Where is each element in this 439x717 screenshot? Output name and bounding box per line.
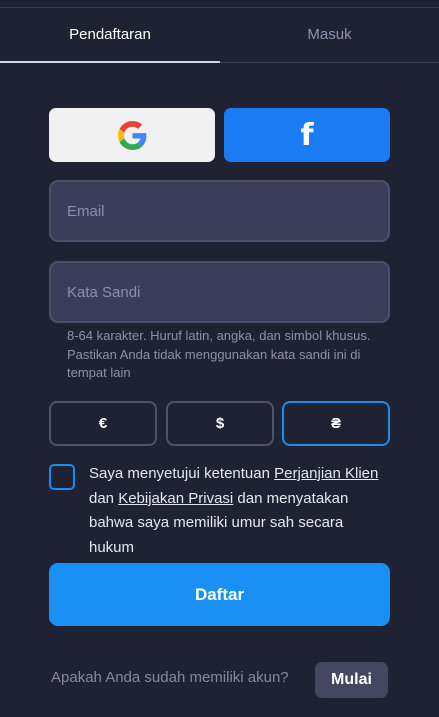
register-button[interactable]: Daftar <box>49 563 390 626</box>
have-account-text: Apakah Anda sudah memiliki akun? <box>51 669 289 686</box>
tab-login[interactable]: Masuk <box>220 8 439 62</box>
active-tab-indicator <box>0 61 220 63</box>
password-field[interactable] <box>49 261 390 323</box>
google-signin-button[interactable] <box>49 108 215 162</box>
currency-usd-button[interactable]: $ <box>166 401 274 446</box>
agreement-text-part: dan <box>89 489 119 507</box>
login-button[interactable]: Mulai <box>315 662 388 698</box>
tab-register[interactable]: Pendaftaran <box>0 8 220 62</box>
auth-tabs: Pendaftaran Masuk <box>0 8 439 64</box>
agreement-text-part: Saya menyetujui ketentuan <box>89 465 275 482</box>
email-field[interactable] <box>49 180 390 242</box>
privacy-policy-link[interactable]: Kebijakan Privasi <box>118 490 233 507</box>
client-agreement-link[interactable]: Perjanjian Klien <box>274 465 378 482</box>
password-hint: 8-64 karakter. Huruf latin, angka, dan s… <box>67 328 371 380</box>
agreement-text: Saya menyetujui ketentuan Perjanjian Kli… <box>89 462 379 560</box>
facebook-signin-button[interactable]: f <box>224 108 390 162</box>
agreement-checkbox[interactable] <box>49 464 75 490</box>
google-icon <box>117 120 146 150</box>
password-input[interactable] <box>51 263 388 321</box>
currency-uah-button[interactable]: ₴ <box>282 401 390 446</box>
currency-eur-button[interactable]: € <box>49 401 157 446</box>
facebook-icon: f <box>300 117 314 153</box>
email-input[interactable] <box>51 182 388 240</box>
